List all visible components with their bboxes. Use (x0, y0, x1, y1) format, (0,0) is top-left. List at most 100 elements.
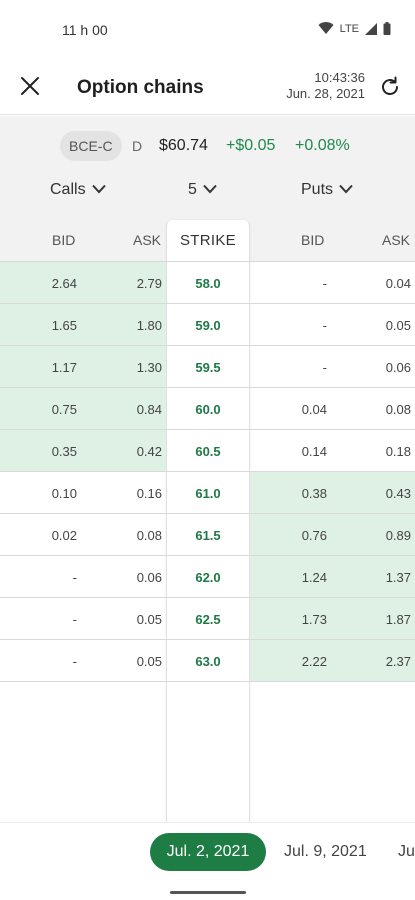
put-bid: 2.22 (301, 654, 327, 669)
close-icon (20, 76, 40, 101)
chain-row[interactable]: 0.10 0.16 61.0 0.38 0.43 (0, 472, 415, 514)
put-bid: 0.04 (301, 402, 327, 417)
chain-row[interactable]: 0.35 0.42 60.5 0.14 0.18 (0, 430, 415, 472)
expiry-chip[interactable]: Jul. 9, 2021 (284, 833, 367, 871)
close-button[interactable] (14, 72, 46, 104)
put-ask: 0.89 (385, 528, 411, 543)
strike-price: 60.0 (195, 402, 221, 417)
call-bid: 0.35 (51, 444, 77, 459)
call-ask-header: ASK (133, 232, 162, 248)
app-bar: Option chains 10:43:36 Jun. 28, 2021 (0, 60, 415, 115)
put-ask: 1.87 (385, 612, 411, 627)
expiry-chip[interactable]: Ju (398, 833, 415, 871)
call-ask: 0.05 (136, 654, 162, 669)
chain-rows: 2.64 2.79 58.0 - 0.04 1.65 1.80 59.0 - 0.05 1.17 1.… (0, 262, 415, 682)
call-bid: 1.65 (51, 318, 77, 333)
price-change: +$0.05 (226, 137, 276, 154)
call-ask: 0.42 (136, 444, 162, 459)
put-bid: 0.14 (301, 444, 327, 459)
puts-dropdown[interactable]: Puts (301, 178, 353, 202)
strike-price: 59.0 (195, 318, 221, 333)
call-bid: - (72, 612, 77, 627)
chain-row[interactable]: - 0.05 62.5 1.73 1.87 (0, 598, 415, 640)
call-bid: 0.10 (51, 486, 77, 501)
expiry-selector: Jul. 2, 2021 Jul. 9, 2021 Ju (0, 822, 415, 900)
put-ask: 0.04 (385, 276, 411, 291)
strike-price: 61.5 (195, 528, 221, 543)
strike-header: STRIKE (180, 232, 236, 249)
chevron-down-icon (91, 181, 106, 199)
call-bid: 1.17 (51, 360, 77, 375)
chain-row[interactable]: - 0.06 62.0 1.24 1.37 (0, 556, 415, 598)
chain-row[interactable]: 1.65 1.80 59.0 - 0.05 (0, 304, 415, 346)
calls-label: Calls (50, 181, 86, 198)
call-ask: 0.16 (136, 486, 162, 501)
cell-signal-icon (365, 22, 377, 35)
expiry-chip-selected[interactable]: Jul. 2, 2021 (150, 833, 266, 871)
strike-price: 59.5 (195, 360, 221, 375)
put-bid: - (322, 318, 327, 333)
put-bid: - (322, 360, 327, 375)
put-bid: 1.73 (301, 612, 327, 627)
calls-dropdown[interactable]: Calls (50, 178, 106, 202)
call-ask: 0.08 (136, 528, 162, 543)
symbol-chip[interactable]: BCE-C (60, 131, 122, 161)
refresh-icon (378, 75, 402, 104)
chain-row[interactable]: 0.02 0.08 61.5 0.76 0.89 (0, 514, 415, 556)
put-ask: 2.37 (385, 654, 411, 669)
put-bid-header: BID (301, 232, 325, 248)
put-ask: 1.37 (385, 570, 411, 585)
chevron-down-icon (203, 181, 217, 199)
chain-row[interactable]: 1.17 1.30 59.5 - 0.06 (0, 346, 415, 388)
home-indicator[interactable] (170, 891, 246, 894)
put-bid: 1.24 (301, 570, 327, 585)
put-ask: 0.06 (385, 360, 411, 375)
chain-row[interactable]: 2.64 2.79 58.0 - 0.04 (0, 262, 415, 304)
call-bid: 2.64 (51, 276, 77, 291)
wifi-icon (318, 22, 334, 35)
call-bid-header: BID (52, 232, 76, 248)
put-ask-header: ASK (382, 232, 411, 248)
strike-count-dropdown[interactable]: 5 (188, 178, 217, 202)
strike-price: 60.5 (195, 444, 221, 459)
status-time: 11 h 00 (62, 22, 108, 38)
put-ask: 0.43 (385, 486, 411, 501)
quote-timestamp: 10:43:36 Jun. 28, 2021 (286, 70, 365, 102)
puts-label: Puts (301, 181, 334, 198)
strike-price: 62.0 (195, 570, 221, 585)
percent-change: +0.08% (295, 137, 350, 154)
call-bid: 0.02 (51, 528, 77, 543)
call-ask: 0.06 (136, 570, 162, 585)
timestamp-date: Jun. 28, 2021 (286, 86, 365, 101)
page-title: Option chains (77, 77, 204, 98)
put-ask: 0.05 (385, 318, 411, 333)
battery-icon (383, 22, 391, 35)
refresh-button[interactable] (373, 72, 407, 106)
status-bar: 11 h 00 LTE (0, 0, 415, 60)
put-bid: 0.76 (301, 528, 327, 543)
timestamp-time: 10:43:36 (314, 70, 365, 85)
strike-price: 58.0 (195, 276, 221, 291)
put-bid: 0.38 (301, 486, 327, 501)
quote-row: BCE-C D $60.74 +$0.05 +0.08% (0, 131, 415, 161)
strike-price: 63.0 (195, 654, 221, 669)
call-ask: 2.79 (136, 276, 162, 291)
call-ask: 1.80 (136, 318, 162, 333)
call-bid: - (72, 570, 77, 585)
strike-price: 61.0 (195, 486, 221, 501)
put-ask: 0.18 (385, 444, 411, 459)
call-bid: 0.75 (51, 402, 77, 417)
status-icons: LTE (318, 22, 391, 35)
exchange-code: D (132, 138, 143, 154)
chain-row[interactable]: - 0.05 63.0 2.22 2.37 (0, 640, 415, 682)
put-ask: 0.08 (385, 402, 411, 417)
call-ask: 0.05 (136, 612, 162, 627)
call-ask: 0.84 (136, 402, 162, 417)
strike-price: 62.5 (195, 612, 221, 627)
chain-row[interactable]: 0.75 0.84 60.0 0.04 0.08 (0, 388, 415, 430)
last-price: $60.74 (159, 137, 208, 154)
call-bid: - (72, 654, 77, 669)
network-type: LTE (339, 22, 359, 35)
put-bid: - (322, 276, 327, 291)
chevron-down-icon (339, 181, 353, 199)
